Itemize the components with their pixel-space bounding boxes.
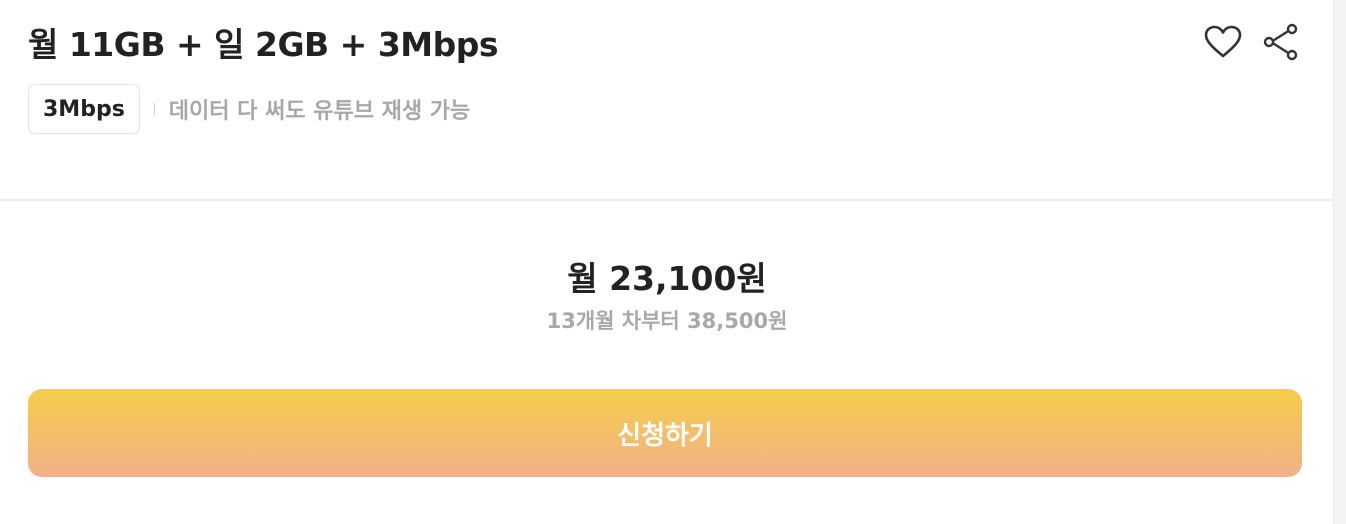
- share-icon: [1263, 23, 1298, 61]
- monthly-price: 월 23,100원: [567, 259, 767, 298]
- speed-badge: 3Mbps: [28, 84, 140, 134]
- heart-icon: [1204, 25, 1242, 58]
- badge-separator: [153, 103, 155, 115]
- speed-description: 데이터 다 써도 유튜브 재생 가능: [168, 99, 471, 124]
- speed-info-row: 3Mbps 데이터 다 써도 유튜브 재생 가능: [28, 84, 470, 134]
- share-button[interactable]: [1261, 22, 1301, 62]
- favorite-button[interactable]: [1203, 22, 1243, 62]
- plan-detail-card: 월 11GB + 일 2GB + 3Mbps 3Mbps 데이터 다 써도 유튜…: [0, 0, 1334, 524]
- after-promo-price: 13개월 차부터 38,500원: [546, 309, 788, 333]
- plan-title: 월 11GB + 일 2GB + 3Mbps: [28, 25, 499, 64]
- plan-actions: [1203, 22, 1301, 62]
- apply-button[interactable]: 신청하기: [28, 389, 1302, 477]
- section-divider: [0, 199, 1334, 201]
- apply-button-label: 신청하기: [617, 420, 713, 451]
